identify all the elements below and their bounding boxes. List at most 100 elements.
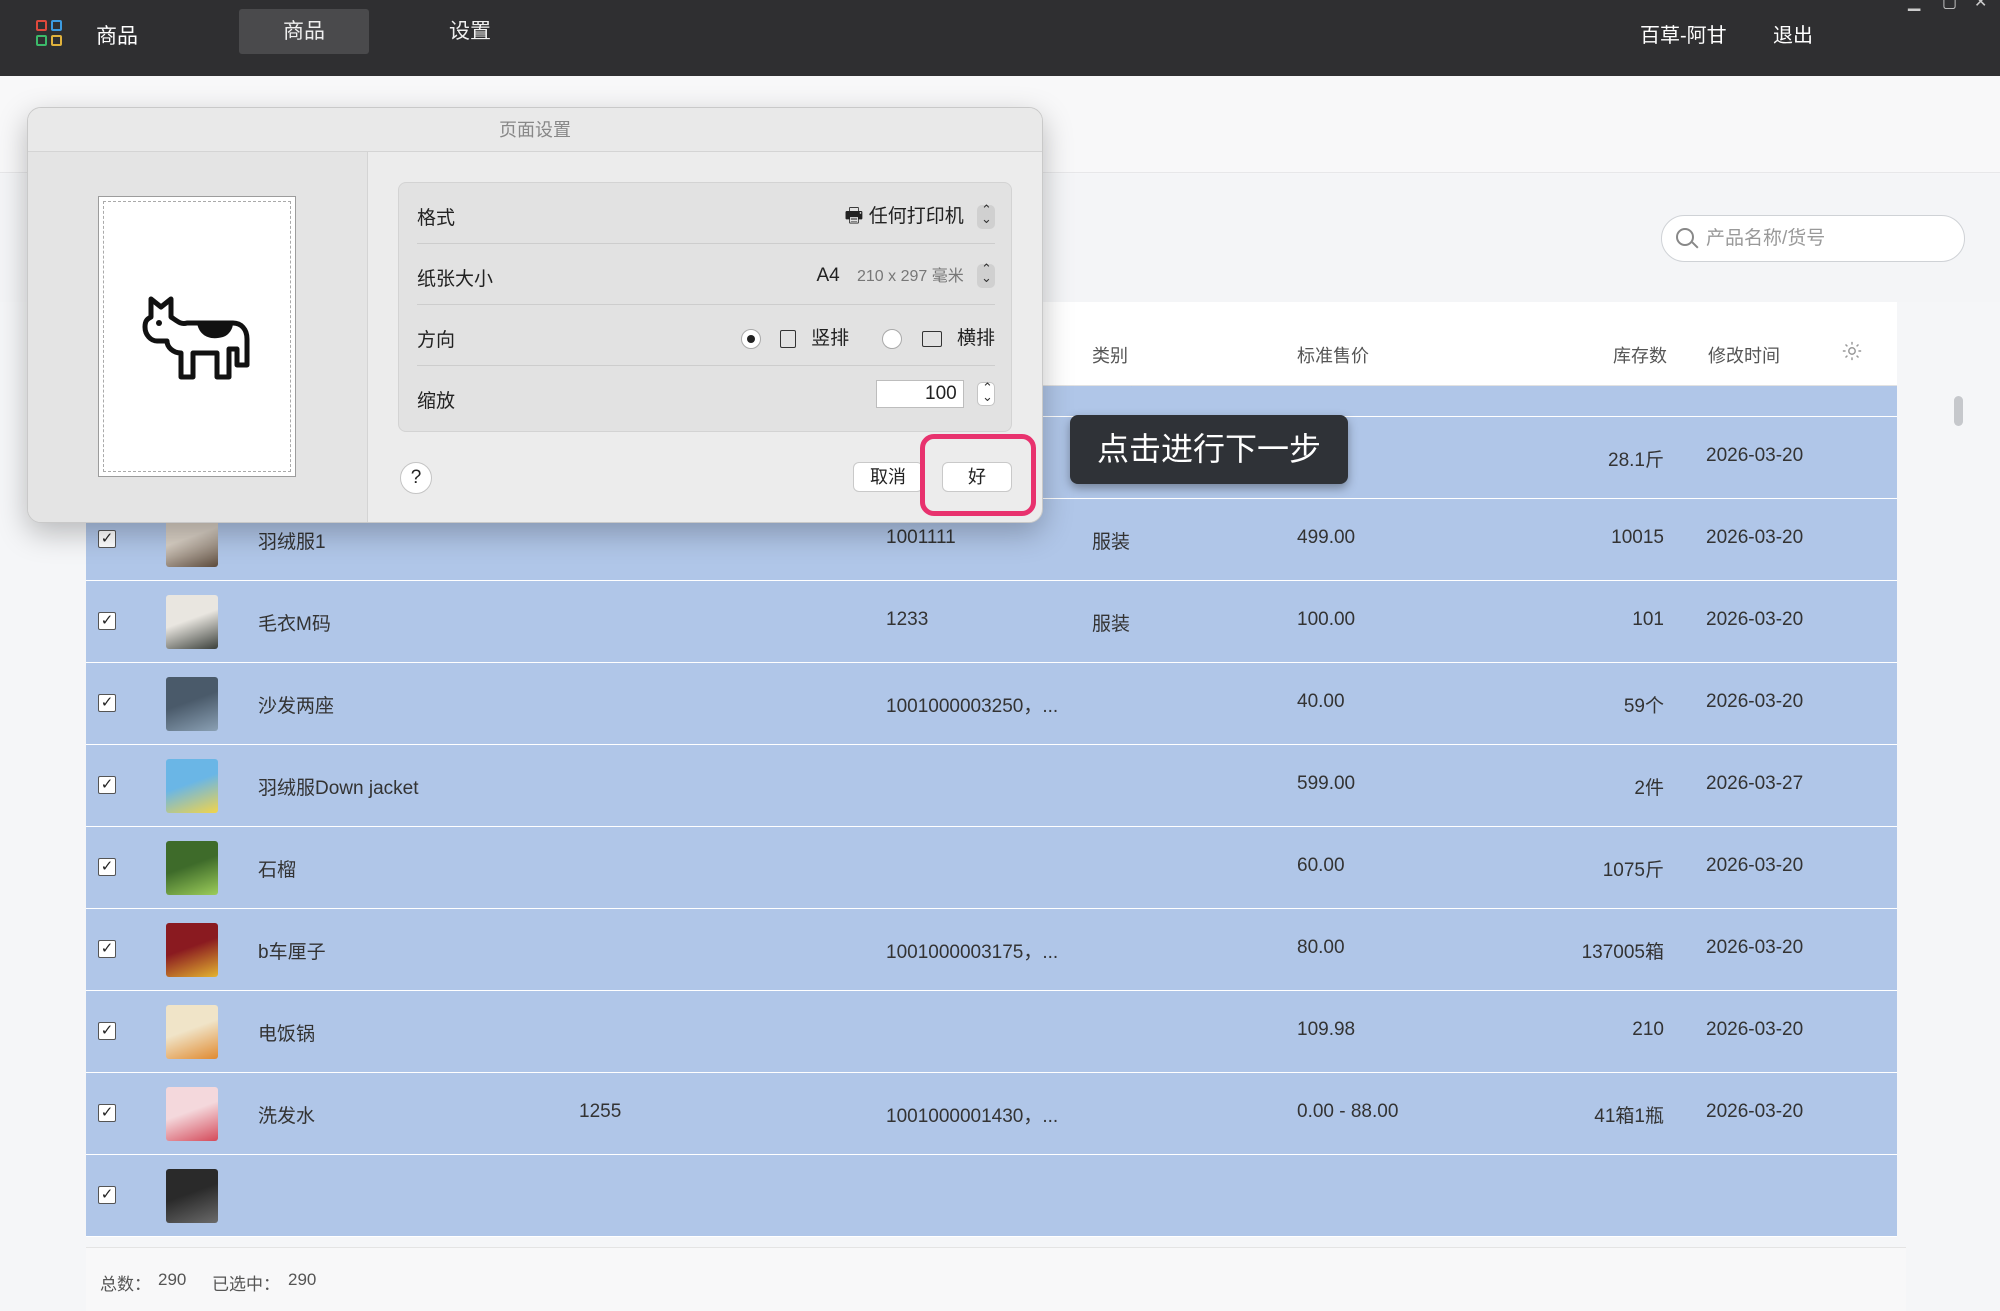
total-label: 总数： bbox=[100, 1275, 151, 1294]
gear-icon[interactable] bbox=[1841, 340, 1863, 362]
portrait-icon bbox=[779, 329, 796, 348]
paper-size-select[interactable]: A4 210 x 297 毫米 bbox=[816, 261, 995, 288]
cell-stock: 1075斤 bbox=[1602, 860, 1664, 881]
guide-tooltip: 点击进行下一步 bbox=[1070, 415, 1348, 484]
paper-size-value: A4 bbox=[816, 265, 840, 286]
cell-modified: 2026-03-20 bbox=[1706, 855, 1804, 876]
cell-modified: 2026-03-20 bbox=[1706, 1101, 1804, 1122]
cell-code: 1255 bbox=[579, 1101, 622, 1122]
nav-tab-products[interactable]: 商品 bbox=[239, 9, 369, 54]
row-checkbox[interactable]: ✓ bbox=[98, 1022, 116, 1040]
cell-name: b车厘子 bbox=[258, 942, 326, 963]
row-checkbox[interactable]: ✓ bbox=[98, 530, 116, 548]
cell-name: 沙发两座 bbox=[258, 696, 335, 717]
paper-preview-pane bbox=[28, 152, 368, 522]
logo-square bbox=[36, 20, 47, 31]
cell-modified: 2026-03-20 bbox=[1706, 609, 1804, 630]
nav-tab-settings[interactable]: 设置 bbox=[420, 9, 520, 54]
cancel-button[interactable]: 取消 bbox=[853, 462, 923, 492]
row-checkbox[interactable]: ✓ bbox=[98, 940, 116, 958]
cell-stock: 59个 bbox=[1623, 696, 1664, 717]
column-header-category[interactable]: 类别 bbox=[1092, 342, 1128, 368]
table-row[interactable]: ✓ 石榴 60.00 1075斤 2026-03-20 bbox=[86, 827, 1897, 909]
selected-count: 290 bbox=[288, 1270, 317, 1289]
selected-label: 已选中： bbox=[212, 1275, 280, 1294]
ok-button-highlight bbox=[920, 434, 1036, 516]
scale-stepper[interactable] bbox=[977, 380, 995, 406]
cell-stock: 28.1斤 bbox=[1608, 450, 1664, 471]
scale-row: 缩放 100 bbox=[417, 366, 995, 427]
table-row[interactable]: ✓ bbox=[86, 1155, 1897, 1237]
scale-control: 100 bbox=[875, 380, 995, 408]
table-row[interactable]: ✓ 电饭锅 109.98 210 2026-03-20 bbox=[86, 991, 1897, 1073]
logout-link[interactable]: 退出 bbox=[1773, 19, 1813, 48]
paper-dimensions: 210 x 297 毫米 bbox=[856, 268, 964, 285]
page-setup-dialog: 页面设置 格式 🖶 任何打印机 纸张大小 A4 210 x 297 毫米 bbox=[27, 107, 1043, 523]
row-checkbox[interactable]: ✓ bbox=[98, 858, 116, 876]
minimize-icon[interactable]: ▁ bbox=[1908, 0, 1920, 12]
row-checkbox[interactable]: ✓ bbox=[98, 776, 116, 794]
maximize-icon[interactable]: ▢ bbox=[1942, 0, 1957, 12]
chevron-updown-icon bbox=[977, 261, 995, 288]
cell-barcode: 1001000001430，... bbox=[886, 1106, 1059, 1127]
cell-modified: 2026-03-27 bbox=[1706, 773, 1804, 794]
cell-category: 生活用品 bbox=[1092, 386, 1212, 390]
orientation-label: 方向 bbox=[417, 330, 456, 351]
cell-barcode: 1001111 bbox=[886, 527, 956, 548]
product-thumbnail bbox=[166, 923, 218, 977]
column-header-modified[interactable]: 修改时间 bbox=[1708, 342, 1780, 368]
column-header-stock[interactable]: 库存数 bbox=[1613, 342, 1667, 368]
app-grid-icon[interactable] bbox=[36, 20, 62, 46]
format-row: 格式 🖶 任何打印机 bbox=[417, 183, 995, 244]
landscape-icon bbox=[921, 330, 942, 347]
product-thumbnail bbox=[166, 677, 218, 731]
row-checkbox[interactable]: ✓ bbox=[98, 1186, 116, 1204]
cell-modified: 2026-03-20 bbox=[1706, 527, 1804, 548]
cell-modified: 2026-03-20 bbox=[1706, 691, 1804, 712]
scale-input[interactable]: 100 bbox=[875, 380, 964, 408]
search-input[interactable] bbox=[1706, 226, 1956, 252]
cell-modified: 2026-03-20 bbox=[1706, 1019, 1804, 1040]
portrait-label[interactable]: 竖排 bbox=[811, 328, 849, 349]
product-thumbnail bbox=[166, 1169, 218, 1223]
portrait-radio[interactable] bbox=[740, 328, 761, 349]
table-row[interactable]: ✓ 沙发两座 1001000003250，... 40.00 59个 2026-03-20 bbox=[86, 663, 1897, 745]
chevron-updown-icon bbox=[977, 202, 995, 229]
dogcow-icon bbox=[142, 296, 250, 380]
format-select[interactable]: 🖶 任何打印机 bbox=[845, 201, 995, 235]
close-icon[interactable]: ✕ bbox=[1974, 0, 1987, 12]
table-row[interactable]: ✓ 毛衣M码 1233 服装 100.00 101 2026-03-20 bbox=[86, 581, 1897, 663]
table-row[interactable]: ✓ 洗发水 1255 1001000001430，... 0.00 - 88.00 41箱… bbox=[86, 1073, 1897, 1155]
logo-square bbox=[51, 35, 62, 46]
row-checkbox[interactable]: ✓ bbox=[98, 1104, 116, 1122]
total-count: 290 bbox=[158, 1270, 187, 1289]
row-checkbox[interactable]: ✓ bbox=[98, 612, 116, 630]
landscape-label[interactable]: 横排 bbox=[957, 328, 995, 349]
cell-barcode: 1001000003250，... bbox=[886, 696, 1059, 717]
cell-barcode: 1001000003175，... bbox=[886, 942, 1059, 963]
format-label: 格式 bbox=[417, 208, 456, 229]
cell-modified: 2026-03-20 bbox=[1706, 445, 1804, 466]
paper-size-label: 纸张大小 bbox=[417, 269, 494, 290]
table-row[interactable]: ✓ b车厘子 1001000003175，... 80.00 137005箱 2026-0… bbox=[86, 909, 1897, 991]
help-button[interactable]: ? bbox=[400, 462, 432, 494]
table-row[interactable]: ✓ 羽绒服Down jacket 599.00 2件 2026-03-27 bbox=[86, 745, 1897, 827]
format-value: 任何打印机 bbox=[868, 206, 964, 227]
cell-stock: 101 bbox=[1632, 609, 1664, 630]
cell-name: 毛衣M码 bbox=[258, 614, 331, 635]
landscape-radio[interactable] bbox=[882, 328, 903, 349]
user-name[interactable]: 百草-阿甘 bbox=[1640, 19, 1727, 48]
page-setup-form: 格式 🖶 任何打印机 纸张大小 A4 210 x 297 毫米 方向 竖排 bbox=[398, 182, 1012, 432]
search-box[interactable] bbox=[1661, 215, 1965, 262]
cell-name: 羽绒服1 bbox=[258, 532, 326, 553]
paper-preview bbox=[98, 196, 296, 477]
cell-modified: 2026-03-20 bbox=[1706, 937, 1804, 958]
logo-square bbox=[36, 35, 47, 46]
cell-name: 石榴 bbox=[258, 860, 297, 881]
vertical-scrollbar[interactable] bbox=[1954, 396, 1963, 426]
search-icon bbox=[1676, 228, 1694, 246]
product-thumbnail bbox=[166, 1005, 218, 1059]
row-checkbox[interactable]: ✓ bbox=[98, 694, 116, 712]
column-header-price[interactable]: 标准售价 bbox=[1297, 342, 1369, 368]
cell-name: 羽绒服Down jacket bbox=[258, 778, 419, 799]
